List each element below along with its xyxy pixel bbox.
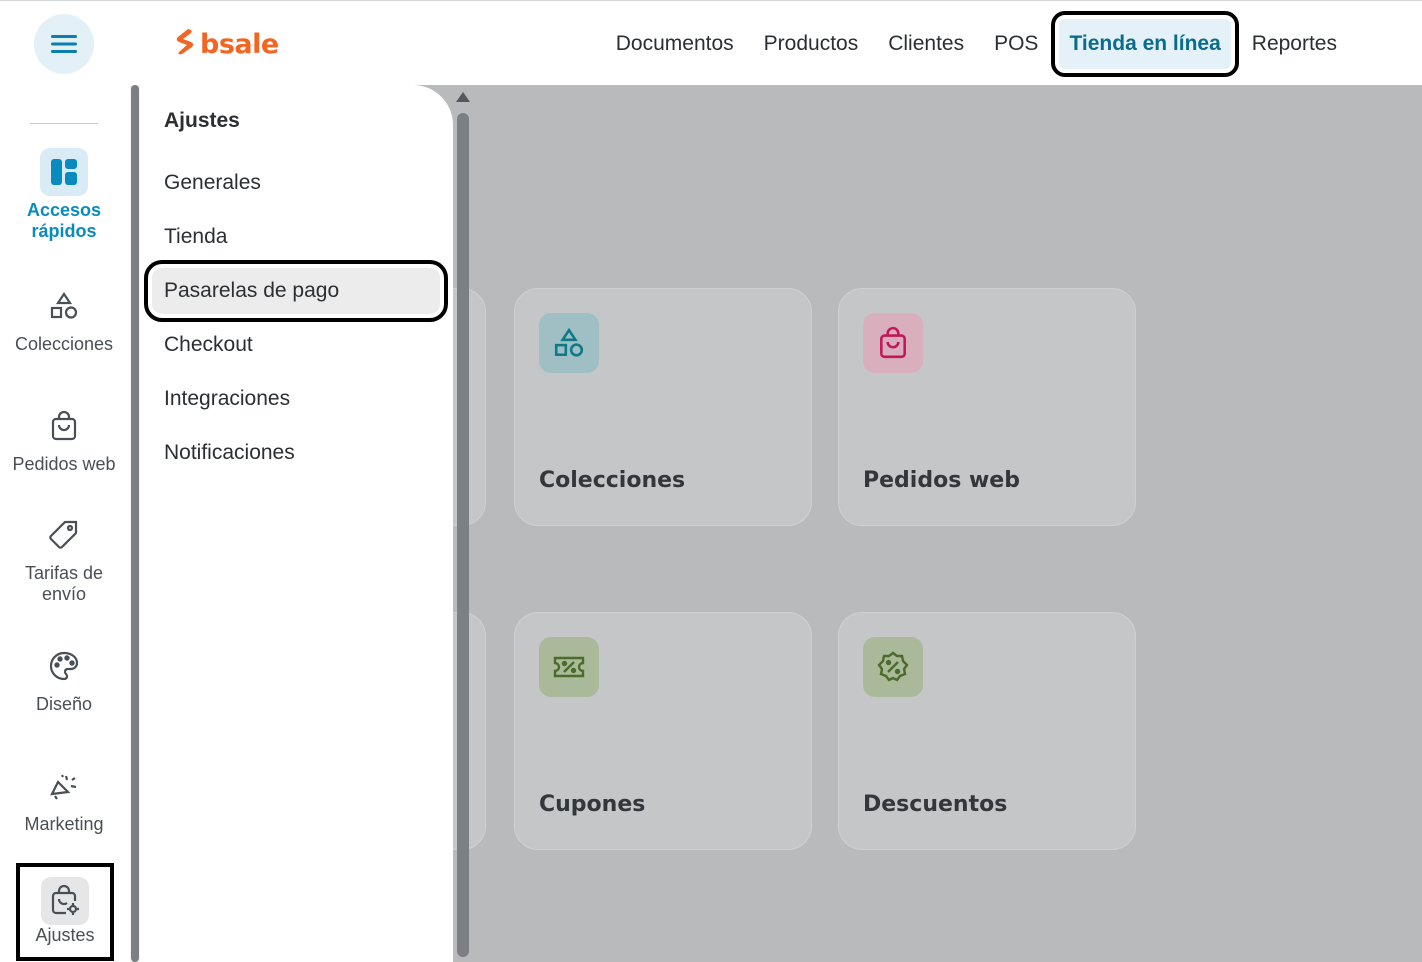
ticket-percent-icon <box>539 637 599 697</box>
bsale-logo-icon <box>176 29 194 55</box>
sidebar-item-label: envío <box>41 584 87 604</box>
card-cupones[interactable]: Cupones <box>514 612 812 850</box>
card-descuentos[interactable]: Descuentos <box>838 612 1136 850</box>
card-title: Cupones <box>539 792 646 817</box>
sidebar-divider <box>30 123 98 124</box>
sidebar-item-accesos-rapidos[interactable]: Accesos rápidos <box>0 148 128 242</box>
top-header: bsale Documentos Productos Clientes POS … <box>0 0 1422 85</box>
sidebar-item-colecciones[interactable]: Colecciones <box>0 282 128 355</box>
shapes-icon <box>539 313 599 373</box>
sidebar-item-ajustes[interactable]: Ajustes <box>16 863 114 961</box>
top-nav: Documentos Productos Clientes POS Tienda… <box>601 1 1352 86</box>
sidebar-item-label: Tarifas de <box>24 563 104 583</box>
menu-button[interactable] <box>34 14 94 74</box>
bag-settings-icon <box>41 877 89 925</box>
settings-panel: Ajustes Generales Tienda Pasarelas de pa… <box>140 85 453 962</box>
card-title: Pedidos web <box>863 468 1020 493</box>
settings-item-notificaciones[interactable]: Notificaciones <box>152 430 440 476</box>
nav-clientes[interactable]: Clientes <box>873 19 979 69</box>
sidebar-item-label: Accesos <box>26 200 102 220</box>
panel-scrollbar-thumb[interactable] <box>457 113 469 957</box>
sidebar-scrollbar[interactable] <box>130 85 140 962</box>
card-title: Descuentos <box>863 792 1008 817</box>
sidebar-item-tarifas-de-envio[interactable]: Tarifas de envío <box>0 511 128 605</box>
settings-item-integraciones[interactable]: Integraciones <box>152 376 440 422</box>
badge-percent-icon <box>863 637 923 697</box>
sidebar-scrollbar-thumb[interactable] <box>131 85 139 962</box>
hamburger-icon <box>51 35 77 53</box>
sidebar-item-label: Colecciones <box>14 334 114 354</box>
settings-item-generales[interactable]: Generales <box>152 160 440 206</box>
nav-productos[interactable]: Productos <box>749 19 874 69</box>
logo-text: bsale <box>200 28 279 60</box>
shopping-bag-icon <box>40 402 88 450</box>
settings-item-checkout[interactable]: Checkout <box>152 322 440 368</box>
shapes-icon <box>40 282 88 330</box>
nav-tienda-en-linea[interactable]: Tienda en línea <box>1051 10 1239 77</box>
dashboard-icon <box>40 148 88 196</box>
palette-icon <box>40 642 88 690</box>
shopping-bag-icon <box>863 313 923 373</box>
nav-reportes[interactable]: Reportes <box>1237 19 1352 69</box>
sidebar-item-pedidos-web[interactable]: Pedidos web <box>0 402 128 475</box>
megaphone-icon <box>40 762 88 810</box>
scroll-up-arrow-icon[interactable] <box>456 92 470 102</box>
sidebar-item-diseno[interactable]: Diseño <box>0 642 128 715</box>
nav-pos[interactable]: POS <box>979 19 1053 69</box>
panel-title: Ajustes <box>164 109 240 132</box>
bsale-logo[interactable]: bsale <box>174 28 279 60</box>
nav-documentos[interactable]: Documentos <box>601 19 749 69</box>
sidebar-item-label: rápidos <box>31 221 97 241</box>
card-pedidos-web[interactable]: Pedidos web <box>838 288 1136 526</box>
settings-item-tienda[interactable]: Tienda <box>152 214 440 260</box>
sidebar-item-marketing[interactable]: Marketing <box>0 762 128 835</box>
settings-item-pasarelas-de-pago[interactable]: Pasarelas de pago <box>144 260 448 322</box>
panel-scrollbar[interactable] <box>453 85 473 962</box>
sidebar-item-label: Diseño <box>35 694 93 714</box>
card-colecciones[interactable]: Colecciones <box>514 288 812 526</box>
sidebar-item-label: Ajustes <box>35 925 95 945</box>
left-sidebar: Accesos rápidos Colecciones Pedidos web <box>0 85 130 962</box>
tag-icon <box>40 511 88 559</box>
sidebar-item-label: Pedidos web <box>12 454 116 474</box>
sidebar-item-label: Marketing <box>24 814 104 834</box>
card-title: Colecciones <box>539 468 686 493</box>
